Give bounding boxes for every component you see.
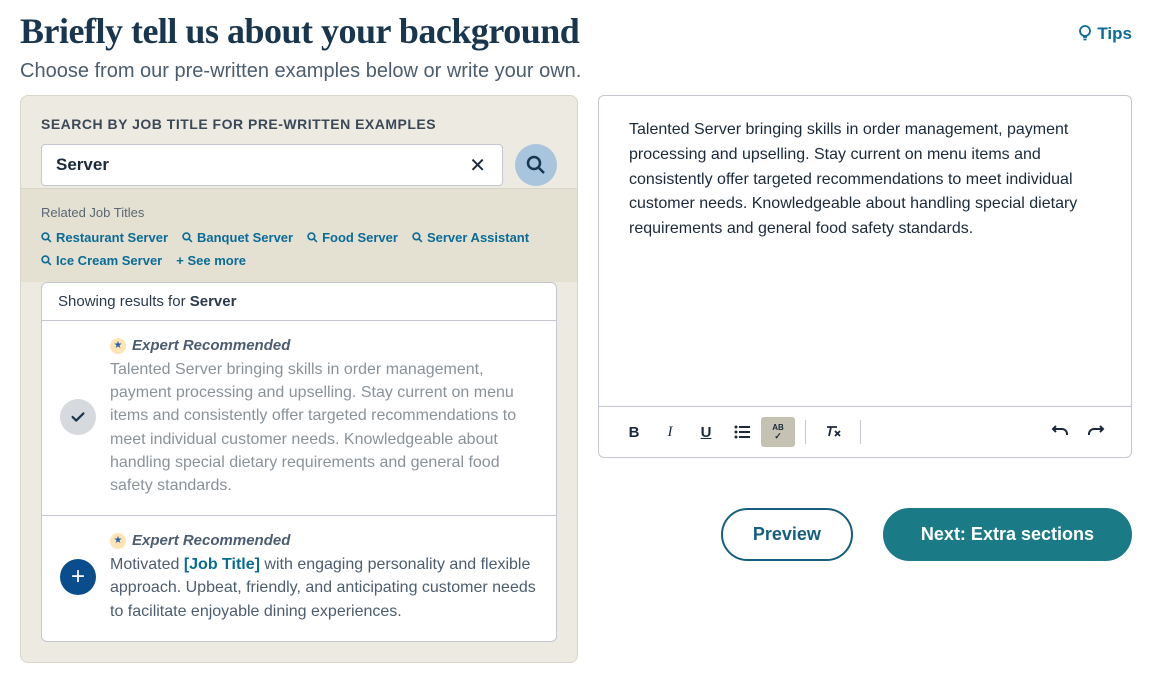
search-icon	[526, 155, 546, 175]
result-item[interactable]: ★ Expert Recommended Talented Server bri…	[42, 321, 556, 516]
results-box: Showing results for Server ★ Expert Reco…	[41, 282, 557, 642]
page-subtitle: Choose from our pre-written examples bel…	[20, 60, 581, 83]
toolbar-divider	[860, 420, 861, 444]
result-text: Motivated [Job Title] with engaging pers…	[110, 553, 538, 623]
result-item[interactable]: + ★ Expert Recommended Motivated [Job Ti…	[42, 516, 556, 641]
search-icon	[412, 232, 423, 243]
redo-icon	[1087, 424, 1105, 440]
clear-format-icon	[824, 424, 842, 440]
bullet-list-icon	[734, 425, 750, 439]
editor-panel: Talented Server bringing skills in order…	[598, 95, 1132, 561]
redo-button[interactable]	[1079, 417, 1113, 447]
underline-button[interactable]: U	[689, 417, 723, 447]
related-tag[interactable]: Banquet Server	[182, 230, 293, 245]
results-header: Showing results for Server	[42, 283, 556, 321]
add-result-icon[interactable]: +	[60, 559, 96, 595]
undo-button[interactable]	[1043, 417, 1077, 447]
preview-button[interactable]: Preview	[721, 508, 853, 561]
search-icon	[182, 232, 193, 243]
search-input[interactable]	[56, 155, 467, 175]
action-row: Preview Next: Extra sections	[598, 508, 1132, 561]
lightbulb-icon	[1077, 24, 1093, 44]
clear-format-button[interactable]	[816, 417, 850, 447]
related-tag[interactable]: Ice Cream Server	[41, 253, 162, 268]
related-tags: Restaurant Server Banquet Server Food Se…	[41, 230, 557, 268]
bold-button[interactable]: B	[617, 417, 651, 447]
related-panel: Related Job Titles Restaurant Server Ban…	[21, 188, 577, 282]
toolbar-divider	[805, 420, 806, 444]
bullet-list-button[interactable]	[725, 417, 759, 447]
see-more-link[interactable]: + See more	[176, 253, 246, 268]
editor-box: Talented Server bringing skills in order…	[598, 95, 1132, 458]
search-icon	[41, 255, 52, 266]
next-button[interactable]: Next: Extra sections	[883, 508, 1132, 561]
clear-search-icon[interactable]: ✕	[467, 153, 488, 178]
search-button[interactable]	[515, 144, 557, 186]
related-label: Related Job Titles	[41, 205, 557, 220]
search-icon	[41, 232, 52, 243]
expert-badge: ★ Expert Recommended	[110, 337, 538, 354]
search-label: SEARCH BY JOB TITLE FOR PRE-WRITTEN EXAM…	[41, 116, 557, 132]
editor-toolbar: B I U AB✓	[599, 406, 1131, 457]
related-tag[interactable]: Food Server	[307, 230, 398, 245]
editor-content[interactable]: Talented Server bringing skills in order…	[599, 96, 1131, 406]
undo-icon	[1051, 424, 1069, 440]
star-icon: ★	[110, 533, 126, 549]
search-icon	[307, 232, 318, 243]
related-tag[interactable]: Server Assistant	[412, 230, 529, 245]
spellcheck-button[interactable]: AB✓	[761, 417, 795, 447]
selected-check-icon[interactable]	[60, 399, 96, 435]
tips-label: Tips	[1097, 24, 1132, 44]
italic-button[interactable]: I	[653, 417, 687, 447]
page-title: Briefly tell us about your background	[20, 10, 581, 52]
related-tag[interactable]: Restaurant Server	[41, 230, 168, 245]
expert-badge: ★ Expert Recommended	[110, 532, 538, 549]
search-input-wrap: ✕	[41, 144, 503, 186]
examples-panel: SEARCH BY JOB TITLE FOR PRE-WRITTEN EXAM…	[20, 95, 578, 663]
tips-button[interactable]: Tips	[1077, 24, 1132, 44]
star-icon: ★	[110, 338, 126, 354]
job-title-placeholder: [Job Title]	[184, 556, 260, 573]
result-text: Talented Server bringing skills in order…	[110, 358, 538, 497]
